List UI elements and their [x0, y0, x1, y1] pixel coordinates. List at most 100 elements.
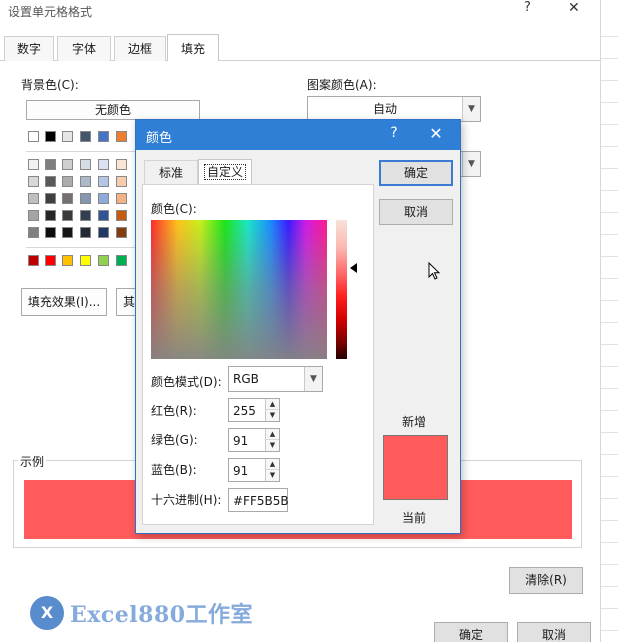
close-icon[interactable]: ✕	[426, 124, 446, 143]
color-swatch[interactable]	[45, 159, 56, 170]
color-swatch[interactable]	[45, 131, 56, 142]
color-swatch[interactable]	[116, 131, 127, 142]
color-swatch[interactable]	[62, 131, 73, 142]
color-swatch[interactable]	[62, 176, 73, 187]
mouse-cursor-icon	[428, 262, 441, 280]
watermark: X Excel880工作室	[30, 596, 253, 630]
new-current-preview	[383, 435, 448, 500]
hex-label: 十六进制(H):	[151, 493, 222, 507]
color-swatch[interactable]	[28, 131, 39, 142]
color-spectrum[interactable]	[151, 220, 327, 359]
hex-input[interactable]: #FF5B5B	[228, 488, 289, 512]
color-swatch[interactable]	[116, 255, 127, 266]
color-dialog-titlebar: 颜色 ? ✕	[136, 120, 460, 150]
chevron-down-icon: ▼	[462, 97, 480, 121]
color-swatch[interactable]	[98, 255, 109, 266]
palette-divider	[26, 151, 136, 152]
blue-input[interactable]: 91 ▲ ▼	[228, 458, 280, 482]
color-swatch[interactable]	[45, 176, 56, 187]
color-ok-button[interactable]: 确定	[379, 160, 453, 186]
color-swatch[interactable]	[28, 227, 39, 238]
color-swatch[interactable]	[28, 176, 39, 187]
sample-label: 示例	[18, 453, 47, 470]
color-swatch[interactable]	[28, 255, 39, 266]
color-swatch[interactable]	[98, 159, 109, 170]
color-swatch[interactable]	[98, 176, 109, 187]
spin-down-icon[interactable]: ▼	[265, 470, 279, 481]
spin-up-icon[interactable]: ▲	[265, 429, 279, 440]
color-swatch[interactable]	[80, 176, 91, 187]
color-model-label: 颜色模式(D):	[151, 375, 222, 389]
color-swatch[interactable]	[28, 210, 39, 221]
spin-down-icon[interactable]: ▼	[265, 410, 279, 421]
tab-bar: 数字 字体 边框 填充	[0, 34, 600, 61]
blue-label: 蓝色(B):	[151, 463, 197, 477]
color-swatch[interactable]	[116, 159, 127, 170]
color-swatch[interactable]	[62, 210, 73, 221]
pattern-color-label: 图案颜色(A):	[307, 78, 377, 92]
color-swatch[interactable]	[45, 193, 56, 204]
color-swatch[interactable]	[80, 193, 91, 204]
red-label: 红色(R):	[151, 404, 197, 418]
tab-border[interactable]: 边框	[114, 36, 166, 61]
color-swatch[interactable]	[45, 210, 56, 221]
color-swatch[interactable]	[98, 210, 109, 221]
green-value: 91	[233, 434, 249, 448]
pattern-color-value: 自动	[372, 102, 397, 116]
spreadsheet-background	[600, 0, 618, 642]
spin-up-icon[interactable]: ▲	[265, 399, 279, 410]
luminance-slider[interactable]	[336, 220, 347, 359]
red-input[interactable]: 255 ▲ ▼	[228, 398, 280, 422]
color-swatch[interactable]	[45, 255, 56, 266]
current-color-swatch	[384, 467, 447, 499]
color-swatch[interactable]	[62, 193, 73, 204]
tab-custom-label: 自定义	[203, 164, 246, 180]
green-input[interactable]: 91 ▲ ▼	[228, 428, 280, 452]
color-model-select[interactable]: RGB ▼	[228, 366, 323, 392]
cancel-button[interactable]: 取消	[517, 622, 591, 642]
tab-standard[interactable]: 标准	[144, 160, 198, 184]
color-swatch[interactable]	[116, 210, 127, 221]
color-swatch[interactable]	[116, 227, 127, 238]
spin-up-icon[interactable]: ▲	[265, 459, 279, 470]
color-swatch[interactable]	[45, 227, 56, 238]
help-icon[interactable]: ?	[384, 125, 404, 141]
color-swatch[interactable]	[62, 159, 73, 170]
color-model-value: RGB	[233, 372, 259, 386]
no-color-button[interactable]: 无颜色	[26, 100, 200, 120]
palette-divider	[26, 247, 136, 248]
tab-font[interactable]: 字体	[57, 36, 111, 61]
chevron-down-icon: ▼	[462, 152, 480, 176]
background-color-label: 背景色(C):	[21, 78, 79, 92]
color-swatch[interactable]	[80, 131, 91, 142]
fill-effects-button[interactable]: 填充效果(I)...	[21, 288, 107, 316]
color-swatch[interactable]	[80, 255, 91, 266]
color-dialog: 颜色 ? ✕ 标准 自定义 颜色(C): 颜色模式(D): RGB ▼ 红色(R…	[135, 119, 461, 534]
color-swatch[interactable]	[62, 255, 73, 266]
color-swatch[interactable]	[116, 193, 127, 204]
color-swatch[interactable]	[28, 193, 39, 204]
red-value: 255	[233, 404, 256, 418]
ok-button[interactable]: 确定	[434, 622, 508, 642]
chevron-down-icon: ▼	[304, 367, 322, 391]
help-icon[interactable]: ?	[524, 0, 544, 15]
tab-custom[interactable]: 自定义	[198, 159, 252, 185]
close-icon[interactable]: ✕	[568, 0, 588, 16]
clear-button[interactable]: 清除(R)	[509, 567, 583, 594]
color-swatch[interactable]	[80, 159, 91, 170]
color-swatch[interactable]	[98, 193, 109, 204]
color-cancel-button[interactable]: 取消	[379, 199, 453, 225]
tab-fill[interactable]: 填充	[167, 34, 219, 61]
color-swatch[interactable]	[116, 176, 127, 187]
blue-value: 91	[233, 464, 249, 478]
spin-down-icon[interactable]: ▼	[265, 440, 279, 451]
color-swatch[interactable]	[80, 227, 91, 238]
color-swatch[interactable]	[98, 227, 109, 238]
color-swatch[interactable]	[98, 131, 109, 142]
color-swatch[interactable]	[80, 210, 91, 221]
luminance-pointer-icon[interactable]	[350, 263, 357, 273]
color-swatch[interactable]	[62, 227, 73, 238]
color-swatch[interactable]	[28, 159, 39, 170]
hex-value: #FF5B5B	[233, 494, 289, 508]
tab-number[interactable]: 数字	[4, 36, 54, 61]
